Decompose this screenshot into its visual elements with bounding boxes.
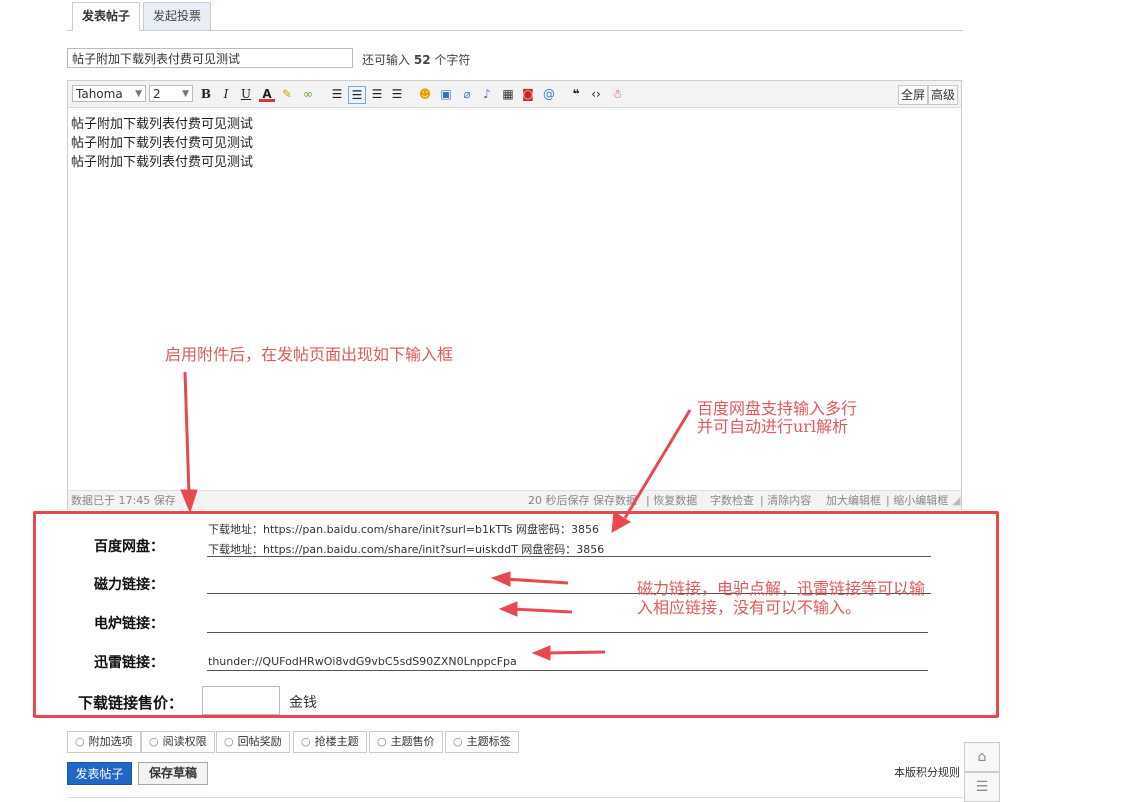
remaining-prefix: 还可输入 xyxy=(362,53,411,67)
remaining-chars: 还可输入 52 个字符 xyxy=(362,51,470,68)
option-bullet-icon: ○ xyxy=(224,735,234,748)
restore-data-label: 恢复数据 xyxy=(653,494,698,507)
at-icon[interactable]: @ xyxy=(541,86,557,102)
post-button[interactable]: 发表帖子 xyxy=(67,762,132,785)
option-label: 主题售价 xyxy=(390,735,435,748)
annotation-baidu-1: 百度网盘支持输入多行 xyxy=(697,399,858,418)
align-left-icon[interactable]: ☰ xyxy=(329,86,345,102)
link-icon[interactable]: ∞ xyxy=(300,86,316,102)
align-right-icon[interactable]: ☰ xyxy=(369,86,385,102)
quote-icon[interactable]: ❝ xyxy=(568,86,584,102)
highlight-icon[interactable]: ✎ xyxy=(279,86,295,102)
font-size-select[interactable]: 2 ▼ xyxy=(149,85,193,102)
bold-icon[interactable]: B xyxy=(198,86,214,102)
option-floor-grab[interactable]: ○ 抢楼主题 xyxy=(293,731,367,753)
option-read-permission[interactable]: ○ 阅读权限 xyxy=(141,731,215,753)
font-color-icon[interactable]: A xyxy=(259,86,275,102)
option-label: 主题标签 xyxy=(466,735,511,748)
editor-statusbar: 数据已于 17:45 保存 20 秒后保存 保存数据 | 恢复数据 字数检查 |… xyxy=(68,490,961,510)
thunder-value: thunder://QUFodHRwOi8vdG9vbC5sdS90ZXN0Ln… xyxy=(208,655,517,668)
remaining-suffix: 个字符 xyxy=(434,53,471,67)
price-label: 下载链接售价： xyxy=(78,694,184,712)
price-unit: 金钱 xyxy=(289,695,317,711)
option-bullet-icon: ○ xyxy=(301,735,311,748)
autosave-link[interactable]: 20 秒后保存 保存数据 xyxy=(528,491,637,510)
shrink-editor-link[interactable]: | 缩小编辑框 xyxy=(886,491,948,510)
option-bullet-icon: ○ xyxy=(377,735,387,748)
save-draft-button[interactable]: 保存草稿 xyxy=(138,762,208,785)
editor-toolbar: Tahoma ▼ 2 ▼ B I U A ✎ ∞ ☰ ☰ ☰ ☰ ☻ ▣ ⌀ ♪ ▦… xyxy=(68,81,961,108)
editor-line: 帖子附加下载列表付费可见测试 xyxy=(71,136,254,151)
restore-data-link[interactable]: | 恢复数据 xyxy=(646,491,697,510)
advanced-button[interactable]: 高级 xyxy=(928,85,959,105)
editor-line: 帖子附加下载列表付费可见测试 xyxy=(71,117,254,132)
tab-post[interactable]: 发表帖子 xyxy=(72,2,141,31)
baidu-line-2: 下载地址：https://pan.baidu.com/share/init?su… xyxy=(208,543,605,556)
italic-icon[interactable]: I xyxy=(218,86,234,102)
baidu-line-1: 下载地址：https://pan.baidu.com/share/init?su… xyxy=(208,523,599,536)
option-thread-tags[interactable]: ○ 主题标签 xyxy=(445,731,519,753)
ed2k-input[interactable] xyxy=(207,632,928,633)
shrink-editor-label: 缩小编辑框 xyxy=(893,494,949,507)
option-thread-price[interactable]: ○ 主题售价 xyxy=(369,731,443,753)
qq-icon[interactable]: ☃ xyxy=(609,86,625,102)
magnet-label: 磁力链接： xyxy=(94,577,164,593)
align-center-icon[interactable]: ☰ xyxy=(348,86,366,104)
option-label: 阅读权限 xyxy=(162,735,207,748)
back-to-top-icon[interactable]: ⌂ xyxy=(964,742,1000,772)
tab-poll[interactable]: 发起投票 xyxy=(143,2,212,30)
enlarge-editor-link[interactable]: 加大编辑框 xyxy=(826,491,881,510)
clear-content-label: 清除内容 xyxy=(767,494,812,507)
baidu-label: 百度网盘： xyxy=(94,539,164,555)
image-icon[interactable]: ▣ xyxy=(438,86,454,102)
word-check-link[interactable]: 字数检查 xyxy=(710,491,754,510)
music-icon[interactable]: ♪ xyxy=(479,86,495,102)
baidu-input-underline[interactable] xyxy=(207,556,931,557)
flash-icon[interactable]: ◙ xyxy=(520,86,536,102)
option-bullet-icon: ○ xyxy=(149,735,159,748)
fullscreen-button[interactable]: 全屏 xyxy=(898,85,929,105)
option-label: 回帖奖励 xyxy=(237,735,282,748)
smiley-icon[interactable]: ☻ xyxy=(417,86,433,102)
font-family-select[interactable]: Tahoma ▼ xyxy=(72,85,146,102)
tab-bar: 发表帖子 发起投票 xyxy=(67,0,963,31)
remaining-count: 52 xyxy=(413,53,431,67)
annotation-baidu-2: 并可自动进行url解析 xyxy=(697,417,849,436)
ed2k-label: 电炉链接： xyxy=(94,616,164,632)
underline-icon[interactable]: U xyxy=(238,86,254,102)
bottom-divider xyxy=(67,797,963,798)
thunder-input-underline[interactable] xyxy=(207,670,928,671)
annotation-links-1: 磁力链接，电驴点解，迅雷链接等可以输 xyxy=(637,579,926,598)
align-justify-icon[interactable]: ☰ xyxy=(389,86,405,102)
option-bullet-icon: ○ xyxy=(75,735,85,748)
option-extra[interactable]: ○ 附加选项 xyxy=(67,731,141,753)
clear-content-link[interactable]: | 清除内容 xyxy=(760,491,811,510)
annotation-links-2: 入相应链接，没有可以不输入。 xyxy=(637,598,862,617)
save-status: 数据已于 17:45 保存 xyxy=(71,494,176,507)
rules-link[interactable]: 本版积分规则 xyxy=(894,764,960,780)
attachment-icon[interactable]: ⌀ xyxy=(459,86,475,102)
code-icon[interactable]: ‹› xyxy=(588,86,604,102)
list-icon[interactable]: ☰ xyxy=(964,772,1000,802)
annotation-attachment: 启用附件后，在发帖页面出现如下输入框 xyxy=(165,345,454,364)
editor-line: 帖子附加下载列表付费可见测试 xyxy=(71,155,254,170)
title-input[interactable]: 帖子附加下载列表付费可见测试 xyxy=(67,48,353,68)
video-icon[interactable]: ▦ xyxy=(500,86,516,102)
font-family-value: Tahoma xyxy=(76,87,123,101)
thunder-label: 迅雷链接： xyxy=(94,655,164,671)
font-size-value: 2 xyxy=(153,87,161,101)
option-bullet-icon: ○ xyxy=(453,735,463,748)
chevron-down-icon: ▼ xyxy=(135,89,142,99)
option-label: 抢楼主题 xyxy=(314,735,359,748)
option-reply-reward[interactable]: ○ 回帖奖励 xyxy=(216,731,290,753)
chevron-down-icon: ▼ xyxy=(182,89,189,99)
resize-handle-icon[interactable]: ◢ xyxy=(952,491,960,510)
editor-content[interactable]: 帖子附加下载列表付费可见测试 帖子附加下载列表付费可见测试 帖子附加下载列表付费… xyxy=(71,115,253,172)
price-input[interactable] xyxy=(202,686,280,715)
option-label: 附加选项 xyxy=(88,735,133,748)
